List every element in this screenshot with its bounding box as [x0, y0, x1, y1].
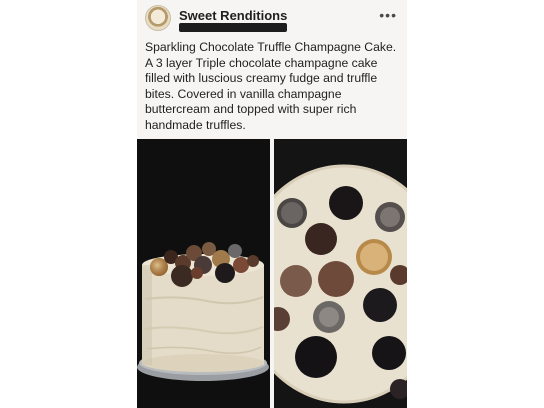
post-header: Sweet Renditions •••	[145, 5, 399, 33]
post-card: Sweet Renditions ••• Sparkling Chocolate…	[137, 0, 407, 408]
cake-top-photo[interactable]	[274, 139, 407, 408]
cake-side-photo[interactable]	[137, 139, 270, 408]
page-avatar[interactable]	[145, 5, 171, 31]
post-text: Sparkling Chocolate Truffle Champagne Ca…	[145, 40, 397, 132]
more-dots-icon[interactable]: •••	[379, 7, 397, 23]
page-name[interactable]: Sweet Renditions	[179, 8, 287, 23]
redacted-bar	[179, 23, 287, 32]
photo-grid	[137, 139, 407, 408]
